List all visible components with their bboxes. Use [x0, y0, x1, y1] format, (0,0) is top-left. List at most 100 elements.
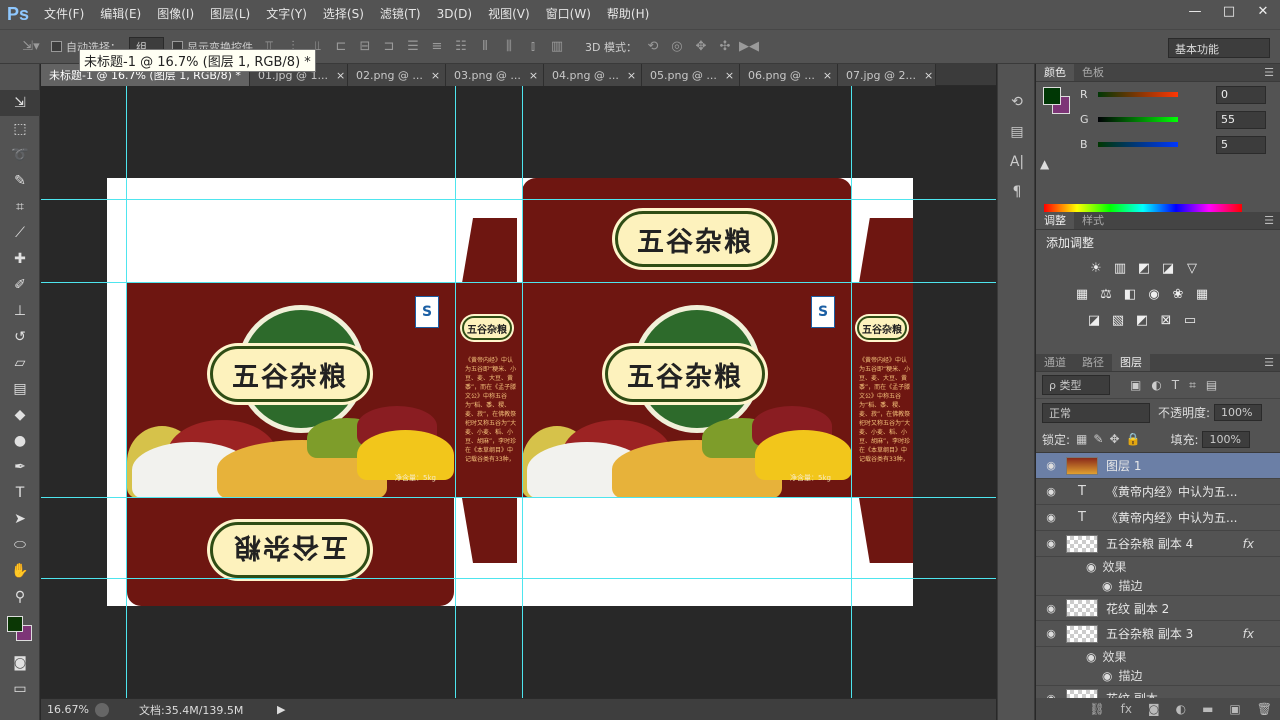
visibility-eye-icon[interactable]: ◉ — [1036, 602, 1066, 615]
gamut-warning-icon[interactable]: ▲ — [1040, 157, 1049, 171]
tab-04-png[interactable]: 04.png @ ... × — [544, 64, 642, 86]
menu-view[interactable]: 视图(V) — [480, 0, 538, 29]
curves-icon[interactable]: ◩ — [1132, 257, 1156, 279]
history-panel-icon[interactable]: ⟲ — [998, 88, 1036, 116]
distribute-left-icon[interactable]: ⦀ — [474, 36, 496, 58]
fx-icon[interactable]: fx — [1243, 627, 1254, 641]
fx-icon[interactable]: fx — [1243, 537, 1254, 551]
tab-05-png[interactable]: 05.png @ ... × — [642, 64, 740, 86]
eyedropper-tool-icon[interactable]: ⟋ — [0, 220, 40, 246]
distribute-vcenter-icon[interactable]: ≡ — [426, 36, 448, 58]
dodge-tool-icon[interactable]: ● — [0, 428, 40, 454]
paragraph-panel-icon[interactable]: ¶ — [998, 178, 1036, 206]
quick-select-tool-icon[interactable]: ✎ — [0, 168, 40, 194]
move-tool-preset-icon[interactable]: ⇲▾ — [16, 36, 46, 58]
roll-3d-icon[interactable]: ◎ — [666, 36, 688, 58]
distribute-top-icon[interactable]: ☰ — [402, 36, 424, 58]
blend-mode-dropdown[interactable]: 正常 — [1042, 402, 1150, 423]
link-layers-icon[interactable]: ⛓ — [1089, 702, 1104, 716]
invert-icon[interactable]: ◪ — [1082, 309, 1106, 331]
guide-vertical[interactable] — [455, 86, 456, 698]
tab-swatches[interactable]: 色板 — [1074, 64, 1112, 81]
guide-horizontal[interactable] — [41, 578, 996, 579]
pen-tool-icon[interactable]: ✒ — [0, 454, 40, 480]
menu-window[interactable]: 窗口(W) — [538, 0, 599, 29]
close-icon[interactable]: × — [924, 69, 933, 82]
layer-row[interactable]: ◉ 五谷杂粮 副本 3 fx — [1036, 621, 1280, 647]
visibility-eye-icon[interactable]: ◉ — [1036, 511, 1066, 524]
guide-vertical[interactable] — [851, 86, 852, 698]
menu-type[interactable]: 文字(Y) — [258, 0, 315, 29]
selective-color-icon[interactable]: ▭ — [1178, 309, 1202, 331]
tab-06-png[interactable]: 06.png @ ... × — [740, 64, 838, 86]
threshold-icon[interactable]: ◩ — [1130, 309, 1154, 331]
opacity-input[interactable]: 100% — [1214, 404, 1262, 421]
distribute-bottom-icon[interactable]: ☷ — [450, 36, 472, 58]
menu-help[interactable]: 帮助(H) — [599, 0, 657, 29]
stroke-effect-row[interactable]: ◉ 描边 — [1036, 576, 1280, 595]
hue-saturation-icon[interactable]: ▦ — [1070, 283, 1094, 305]
gradient-map-icon[interactable]: ⊠ — [1154, 309, 1178, 331]
guide-vertical[interactable] — [126, 86, 127, 698]
quick-mask-icon[interactable]: ◙ — [0, 650, 40, 676]
crop-tool-icon[interactable]: ⌗ — [0, 194, 40, 220]
tab-07-jpg[interactable]: 07.jpg @ 2... × — [838, 64, 936, 86]
canvas-area[interactable]: 五谷杂粮 S 净含量：5kg 五谷杂粮 五谷杂粮 《黄帝内经》中认为五谷即“粳米… — [41, 86, 996, 698]
red-value-input[interactable]: 0 — [1216, 85, 1266, 104]
visibility-eye-icon[interactable]: ◉ — [1036, 537, 1066, 550]
new-group-icon[interactable]: ▬ — [1202, 702, 1213, 716]
effect-eye-icon[interactable]: ◉ — [1086, 560, 1096, 574]
close-icon[interactable]: × — [725, 69, 734, 82]
exposure-icon[interactable]: ◪ — [1156, 257, 1180, 279]
guide-horizontal[interactable] — [41, 497, 996, 498]
marquee-tool-icon[interactable]: ⬚ — [0, 116, 40, 142]
align-right-icon[interactable]: ⊐ — [378, 36, 400, 58]
distribute-right-icon[interactable]: ⫾ — [522, 36, 544, 58]
vibrance-icon[interactable]: ▽ — [1180, 257, 1204, 279]
healing-brush-tool-icon[interactable]: ✚ — [0, 246, 40, 272]
move-tool-icon[interactable]: ⇲ — [0, 90, 40, 116]
panel-menu-icon[interactable]: ☰ — [1264, 356, 1274, 369]
panel-menu-icon[interactable]: ☰ — [1264, 214, 1274, 227]
document-canvas[interactable]: 五谷杂粮 S 净含量：5kg 五谷杂粮 五谷杂粮 《黄帝内经》中认为五谷即“粳米… — [107, 178, 913, 606]
green-value-input[interactable]: 55 — [1216, 110, 1266, 129]
close-icon[interactable]: × — [823, 69, 832, 82]
posterize-icon[interactable]: ▧ — [1106, 309, 1130, 331]
tab-02-png[interactable]: 02.png @ ... × — [348, 64, 446, 86]
brush-tool-icon[interactable]: ✐ — [0, 272, 40, 298]
gradient-tool-icon[interactable]: ▤ — [0, 376, 40, 402]
panel-menu-icon[interactable]: ☰ — [1264, 66, 1274, 79]
layer-row[interactable]: ◉ 图层 1 — [1036, 453, 1280, 479]
tab-color[interactable]: 颜色 — [1036, 64, 1074, 81]
new-layer-icon[interactable]: ▣ — [1229, 702, 1240, 716]
delete-layer-icon[interactable]: 🗑 — [1257, 702, 1272, 716]
workspace-dropdown[interactable]: 基本功能 — [1168, 38, 1270, 58]
auto-select-checkbox[interactable] — [51, 41, 62, 52]
close-icon[interactable]: × — [431, 69, 440, 82]
fill-input[interactable]: 100% — [1202, 430, 1250, 448]
effect-eye-icon[interactable]: ◉ — [1102, 669, 1112, 683]
color-balance-icon[interactable]: ⚖ — [1094, 283, 1118, 305]
visibility-eye-icon[interactable]: ◉ — [1036, 485, 1066, 498]
type-tool-icon[interactable]: T — [0, 480, 40, 506]
guide-horizontal[interactable] — [41, 199, 996, 200]
effect-eye-icon[interactable]: ◉ — [1086, 650, 1096, 664]
close-icon[interactable]: × — [336, 69, 345, 82]
new-adjustment-icon[interactable]: ◐ — [1176, 702, 1186, 716]
close-icon[interactable]: × — [627, 69, 636, 82]
add-mask-icon[interactable]: ◙ — [1148, 702, 1160, 716]
menu-layer[interactable]: 图层(L) — [202, 0, 258, 29]
color-lookup-icon[interactable]: ▦ — [1190, 283, 1214, 305]
menu-3d[interactable]: 3D(D) — [429, 0, 480, 29]
layer-row[interactable]: ◉ 五谷杂粮 副本 4 fx — [1036, 531, 1280, 557]
lock-icons[interactable]: ▦✎✥🔒 — [1076, 432, 1146, 446]
close-icon[interactable]: × — [529, 69, 538, 82]
minimize-button[interactable]: — — [1178, 0, 1212, 22]
visibility-eye-icon[interactable]: ◉ — [1036, 459, 1066, 472]
drag-3d-icon[interactable]: ✥ — [690, 36, 712, 58]
status-menu-arrow-icon[interactable]: ▶ — [277, 703, 285, 716]
tab-styles[interactable]: 样式 — [1074, 212, 1112, 229]
status-info-icon[interactable] — [95, 702, 109, 717]
red-slider[interactable] — [1098, 92, 1178, 97]
screen-mode-icon[interactable]: ▭ — [0, 676, 40, 702]
